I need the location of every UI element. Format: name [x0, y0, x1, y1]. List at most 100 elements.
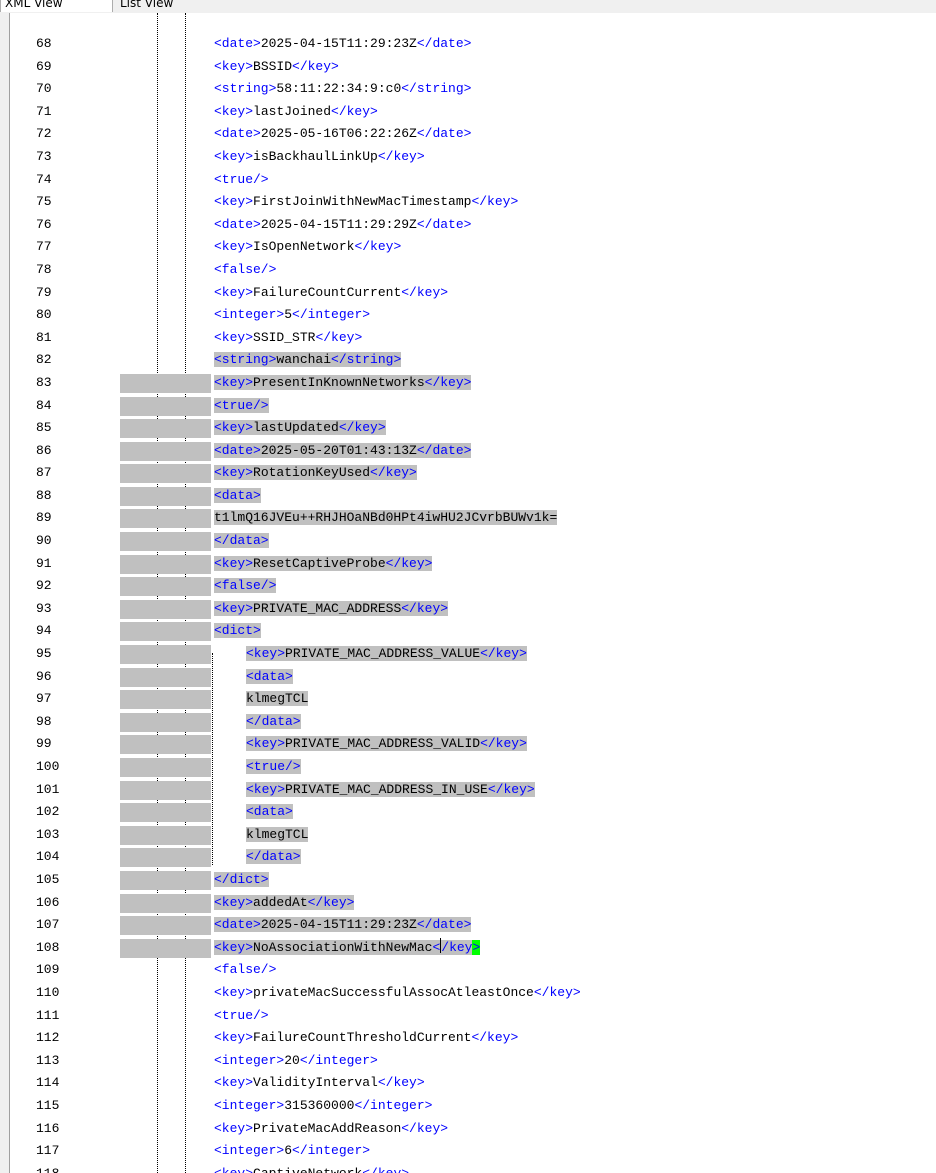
code-line[interactable]: 87 <key>RotationKeyUsed</key>	[0, 462, 936, 485]
code-line[interactable]: 93 <key>PRIVATE_MAC_ADDRESS</key>	[0, 598, 936, 621]
code-line[interactable]: 89 t1lmQ16JVEu++RHJHOaNBd0HPt4iwHU2JCvrbB…	[0, 507, 936, 530]
code-line[interactable]: 103 klmegTCL	[0, 824, 936, 847]
line-text[interactable]: <key>PrivateMacAddReason</key>	[214, 1118, 448, 1141]
code-line[interactable]: 75 <key>FirstJoinWithNewMacTimestamp</key…	[0, 191, 936, 214]
code-line[interactable]: 100 <true/>	[0, 756, 936, 779]
line-text[interactable]: klmegTCL	[246, 688, 309, 711]
line-text[interactable]: <key>NoAssociationWithNewMac</key>	[214, 937, 481, 960]
line-text[interactable]: <true/>	[214, 1005, 269, 1028]
code-line[interactable]: 78 <false/>	[0, 259, 936, 282]
line-text[interactable]: <dict>	[214, 620, 261, 643]
line-text[interactable]: <key>ResetCaptiveProbe</key>	[214, 553, 433, 576]
line-text[interactable]: </data>	[246, 711, 301, 734]
line-text[interactable]: <key>CaptiveNetwork</key>	[214, 1163, 409, 1173]
line-text[interactable]: klmegTCL	[246, 824, 309, 847]
line-text[interactable]: <true/>	[246, 756, 301, 779]
line-text[interactable]: <string>wanchai</string>	[214, 349, 402, 372]
code-line[interactable]: 113 <integer>20</integer>	[0, 1050, 936, 1073]
line-text[interactable]: <key>FirstJoinWithNewMacTimestamp</key>	[214, 191, 518, 214]
code-line[interactable]: 81 <key>SSID_STR</key>	[0, 327, 936, 350]
code-line[interactable]: 112 <key>FailureCountThresholdCurrent</ke…	[0, 1027, 936, 1050]
code-line[interactable]: 101 <key>PRIVATE_MAC_ADDRESS_IN_USE</key>	[0, 779, 936, 802]
line-text[interactable]: <integer>20</integer>	[214, 1050, 378, 1073]
code-line[interactable]: 116 <key>PrivateMacAddReason</key>	[0, 1118, 936, 1141]
line-text[interactable]: <key>FailureCountThresholdCurrent</key>	[214, 1027, 518, 1050]
line-text[interactable]: <date>2025-04-15T11:29:23Z</date>	[214, 914, 472, 937]
code-line[interactable]: 83 <key>PresentInKnownNetworks</key>	[0, 372, 936, 395]
tab-list-view[interactable]: List View	[116, 0, 206, 12]
line-text[interactable]: <key>BSSID</key>	[214, 56, 339, 79]
code-line[interactable]: 80 <integer>5</integer>	[0, 304, 936, 327]
code-line[interactable]: 85 <key>lastUpdated</key>	[0, 417, 936, 440]
line-text[interactable]: <integer>315360000</integer>	[214, 1095, 432, 1118]
code-line[interactable]: 108 <key>NoAssociationWithNewMac</key>	[0, 937, 936, 960]
code-line[interactable]: 117 <integer>6</integer>	[0, 1140, 936, 1163]
code-line[interactable]: 76 <date>2025-04-15T11:29:29Z</date>	[0, 214, 936, 237]
code-line[interactable]: 88 <data>	[0, 485, 936, 508]
line-text[interactable]: <key>IsOpenNetwork</key>	[214, 236, 401, 259]
line-text[interactable]: <false/>	[214, 575, 277, 598]
code-line[interactable]: 79 <key>FailureCountCurrent</key>	[0, 282, 936, 305]
line-text[interactable]: <key>lastJoined</key>	[214, 101, 378, 124]
line-text[interactable]: <key>privateMacSuccessfulAssocAtleastOnc…	[214, 982, 581, 1005]
code-line[interactable]: 97 klmegTCL	[0, 688, 936, 711]
line-text[interactable]: <data>	[214, 485, 261, 508]
code-line[interactable]: 70 <string>58:11:22:34:9:c0</string>	[0, 78, 936, 101]
code-line[interactable]: 86 <date>2025-05-20T01:43:13Z</date>	[0, 440, 936, 463]
line-text[interactable]: <key>PRIVATE_MAC_ADDRESS_IN_USE</key>	[246, 779, 535, 802]
code-line[interactable]: 95 <key>PRIVATE_MAC_ADDRESS_VALUE</key>	[0, 643, 936, 666]
code-line[interactable]: 106 <key>addedAt</key>	[0, 892, 936, 915]
line-text[interactable]: <true/>	[214, 169, 269, 192]
code-line[interactable]: 94 <dict>	[0, 620, 936, 643]
code-line[interactable]: 84 <true/>	[0, 395, 936, 418]
line-text[interactable]: <false/>	[214, 959, 276, 982]
line-text[interactable]: <date>2025-05-20T01:43:13Z</date>	[214, 440, 472, 463]
code-line[interactable]: 115 <integer>315360000</integer>	[0, 1095, 936, 1118]
code-line[interactable]: 74 <true/>	[0, 169, 936, 192]
code-line[interactable]: 110 <key>privateMacSuccessfulAssocAtleast…	[0, 982, 936, 1005]
tab-xml-view[interactable]: XML View	[0, 0, 113, 12]
code-line[interactable]: 68 <date>2025-04-15T11:29:23Z</date>	[0, 33, 936, 56]
line-text[interactable]: <date>2025-05-16T06:22:26Z</date>	[214, 123, 471, 146]
line-text[interactable]: <key>PRIVATE_MAC_ADDRESS</key>	[214, 598, 449, 621]
line-text[interactable]: <false/>	[214, 259, 276, 282]
line-text[interactable]: <data>	[246, 666, 293, 689]
code-line[interactable]: 118 <key>CaptiveNetwork</key>	[0, 1163, 936, 1173]
code-line[interactable]: 71 <key>lastJoined</key>	[0, 101, 936, 124]
code-area[interactable]: 68 <date>2025-04-15T11:29:23Z</date> 69 <ke…	[0, 33, 936, 1173]
code-line[interactable]: 96 <data>	[0, 666, 936, 689]
line-text[interactable]: <key>FailureCountCurrent</key>	[214, 282, 448, 305]
line-text[interactable]: t1lmQ16JVEu++RHJHOaNBd0HPt4iwHU2JCvrbBUW…	[214, 507, 558, 530]
code-line[interactable]: 92 <false/>	[0, 575, 936, 598]
line-text[interactable]: <string>58:11:22:34:9:c0</string>	[214, 78, 471, 101]
line-text[interactable]: <integer>5</integer>	[214, 304, 370, 327]
line-text[interactable]: <date>2025-04-15T11:29:23Z</date>	[214, 33, 471, 56]
line-text[interactable]: </dict>	[214, 869, 269, 892]
line-text[interactable]: <key>isBackhaulLinkUp</key>	[214, 146, 425, 169]
line-text[interactable]: <key>lastUpdated</key>	[214, 417, 386, 440]
line-text[interactable]: <key>PRIVATE_MAC_ADDRESS_VALUE</key>	[246, 643, 527, 666]
line-text[interactable]: <key>PresentInKnownNetworks</key>	[214, 372, 472, 395]
line-text[interactable]: <key>addedAt</key>	[214, 892, 355, 915]
code-line[interactable]: 73 <key>isBackhaulLinkUp</key>	[0, 146, 936, 169]
line-text[interactable]: <key>PRIVATE_MAC_ADDRESS_VALID</key>	[246, 733, 527, 756]
code-line[interactable]: 111 <true/>	[0, 1005, 936, 1028]
line-text[interactable]: <key>RotationKeyUsed</key>	[214, 462, 417, 485]
code-line[interactable]: 98 </data>	[0, 711, 936, 734]
code-line[interactable]: 102 <data>	[0, 801, 936, 824]
code-line[interactable]: 77 <key>IsOpenNetwork</key>	[0, 236, 936, 259]
code-line[interactable]: 72 <date>2025-05-16T06:22:26Z</date>	[0, 123, 936, 146]
line-text[interactable]: <true/>	[214, 395, 269, 418]
line-text[interactable]: <key>SSID_STR</key>	[214, 327, 362, 350]
code-line[interactable]: 107 <date>2025-04-15T11:29:23Z</date>	[0, 914, 936, 937]
line-text[interactable]: <integer>6</integer>	[214, 1140, 370, 1163]
code-line[interactable]: 69 <key>BSSID</key>	[0, 56, 936, 79]
code-line[interactable]: 91 <key>ResetCaptiveProbe</key>	[0, 553, 936, 576]
code-line[interactable]: 109 <false/>	[0, 959, 936, 982]
code-line[interactable]: 90 </data>	[0, 530, 936, 553]
code-line[interactable]: 114 <key>ValidityInterval</key>	[0, 1072, 936, 1095]
line-text[interactable]: <key>ValidityInterval</key>	[214, 1072, 425, 1095]
line-text[interactable]: <date>2025-04-15T11:29:29Z</date>	[214, 214, 471, 237]
code-line[interactable]: 104 </data>	[0, 846, 936, 869]
xml-editor[interactable]: 68 <date>2025-04-15T11:29:23Z</date> 69 <ke…	[0, 13, 936, 1173]
